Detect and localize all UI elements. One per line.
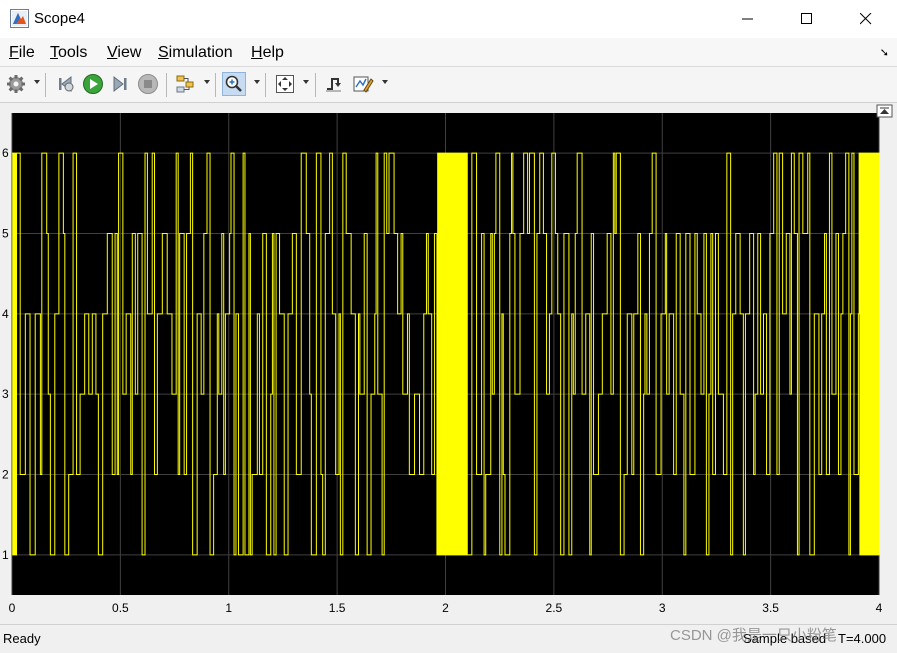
menu-simulation-label: imulation xyxy=(168,44,233,61)
menu-help[interactable]: Help xyxy=(251,44,284,62)
x-tick-label: 3 xyxy=(659,601,666,615)
zoom-dropdown-arrow[interactable] xyxy=(254,80,260,84)
stop-button[interactable] xyxy=(136,72,160,96)
x-tick-label: 0.5 xyxy=(112,601,129,615)
window-title: Scope4 xyxy=(34,10,85,27)
step-forward-icon xyxy=(113,75,127,93)
zoom-in-button[interactable] xyxy=(222,72,246,96)
configuration-dropdown-arrow[interactable] xyxy=(34,80,40,84)
menu-tools-label: ools xyxy=(58,44,88,61)
close-button[interactable] xyxy=(837,0,895,38)
x-tick-label: 4 xyxy=(876,601,883,615)
menu-tools-mnemonic: T xyxy=(50,44,58,61)
status-ready-text: Ready xyxy=(3,631,41,646)
step-back-icon xyxy=(59,75,74,93)
menu-file-mnemonic: F xyxy=(9,44,19,61)
menu-file-label: ile xyxy=(18,44,35,61)
scope-app-icon xyxy=(10,9,29,28)
x-tick-label: 1 xyxy=(225,601,232,615)
cursor-measure-icon xyxy=(353,76,374,93)
trigger-button[interactable] xyxy=(322,72,346,96)
undock-button[interactable] xyxy=(876,104,893,118)
menu-file[interactable]: File xyxy=(9,44,35,62)
step-forward-button[interactable] xyxy=(108,72,132,96)
toolbar-separator xyxy=(215,73,216,97)
stop-icon xyxy=(138,74,158,94)
toolbar-separator xyxy=(166,73,167,97)
title-bar: Scope4 xyxy=(0,0,897,38)
highlight-icon xyxy=(176,75,194,93)
measure-dropdown-arrow[interactable] xyxy=(382,80,388,84)
toolbar-separator xyxy=(45,73,46,97)
highlight-block-button[interactable] xyxy=(173,72,197,96)
menu-view[interactable]: View xyxy=(107,44,141,62)
configuration-button[interactable] xyxy=(4,72,28,96)
run-icon xyxy=(83,74,103,94)
menu-view-label: iew xyxy=(117,44,142,61)
toolbar-separator xyxy=(315,73,316,97)
y-tick-labels: 1 2 3 4 5 6 xyxy=(2,146,9,562)
menu-help-mnemonic: H xyxy=(251,44,263,61)
menu-tools[interactable]: Tools xyxy=(50,44,87,62)
close-icon xyxy=(860,13,872,25)
fit-to-view-icon xyxy=(276,75,294,93)
menu-simulation-mnemonic: S xyxy=(158,44,169,61)
toolbar xyxy=(0,67,897,103)
step-back-button[interactable] xyxy=(54,72,78,96)
fit-to-view-button[interactable] xyxy=(273,72,297,96)
maximize-icon xyxy=(801,13,812,24)
trigger-icon xyxy=(326,78,341,92)
menu-dock-arrow[interactable]: ➘ xyxy=(880,46,889,59)
menu-view-mnemonic: V xyxy=(107,44,118,61)
plot-area: 1 2 3 4 5 6 0 0.5 1 1.5 2 2.5 3 3.5 4 xyxy=(0,103,897,622)
y-tick-label: 2 xyxy=(2,468,9,482)
zoom-in-icon xyxy=(225,75,242,92)
gear-icon xyxy=(7,75,25,93)
menu-help-label: elp xyxy=(262,44,284,61)
scope-plot[interactable]: 1 2 3 4 5 6 0 0.5 1 1.5 2 2.5 3 3.5 4 xyxy=(0,103,897,622)
cursor-measurements-button[interactable] xyxy=(351,72,375,96)
minimize-button[interactable] xyxy=(719,0,777,38)
highlight-dropdown-arrow[interactable] xyxy=(204,80,210,84)
y-tick-label: 4 xyxy=(2,307,9,321)
x-tick-label: 1.5 xyxy=(329,601,346,615)
x-tick-labels: 0 0.5 1 1.5 2 2.5 3 3.5 4 xyxy=(9,601,883,615)
x-tick-label: 3.5 xyxy=(762,601,779,615)
y-tick-label: 6 xyxy=(2,146,9,160)
y-tick-label: 1 xyxy=(2,548,9,562)
maximize-button[interactable] xyxy=(778,0,836,38)
toolbar-separator xyxy=(265,73,266,97)
run-button[interactable] xyxy=(81,72,105,96)
fit-dropdown-arrow[interactable] xyxy=(303,80,309,84)
x-tick-label: 2 xyxy=(442,601,449,615)
status-simulation-time: T=4.000 xyxy=(838,631,887,646)
y-tick-label: 3 xyxy=(2,387,9,401)
y-tick-label: 5 xyxy=(2,227,9,241)
menu-bar: File Tools View Simulation Help ➘ xyxy=(0,38,897,67)
minimize-icon xyxy=(742,18,753,20)
menu-simulation[interactable]: Simulation xyxy=(158,44,233,62)
x-tick-label: 0 xyxy=(9,601,16,615)
x-tick-label: 2.5 xyxy=(546,601,563,615)
watermark-text: CSDN @我是一只小粉笔 xyxy=(670,627,837,644)
